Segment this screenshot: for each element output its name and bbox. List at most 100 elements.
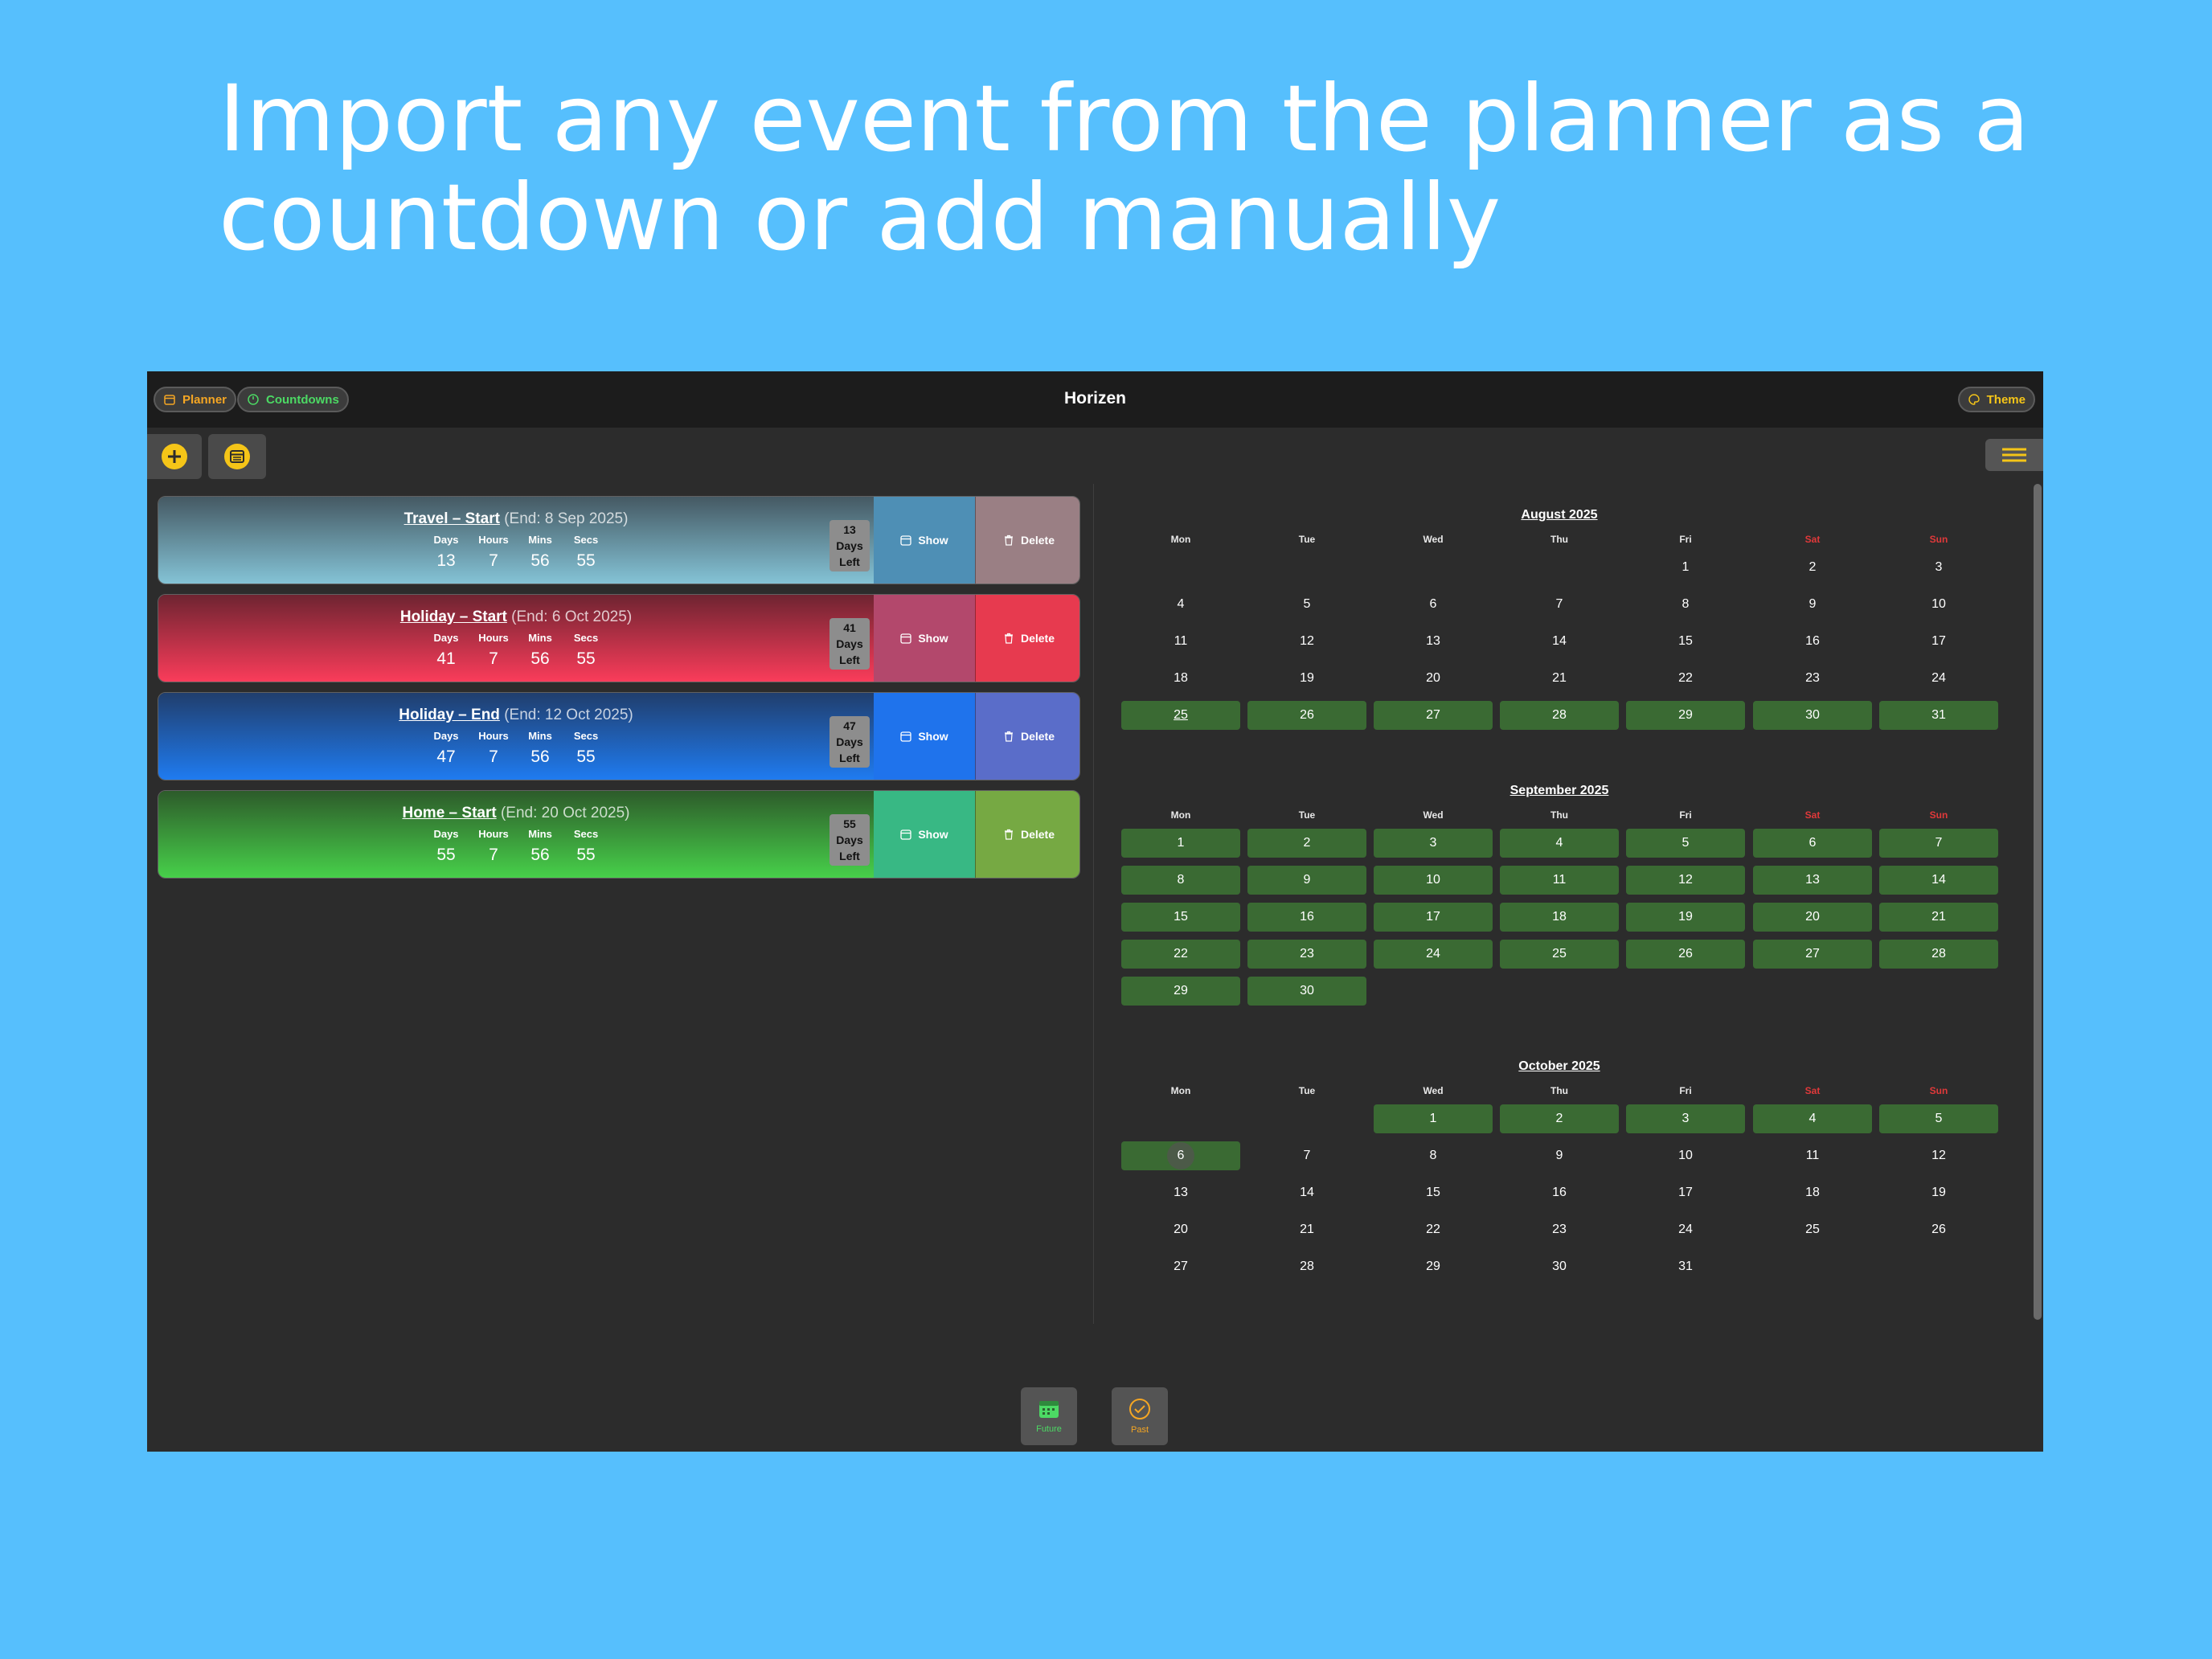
- calendar-day[interactable]: 8: [1121, 866, 1240, 895]
- calendar-day[interactable]: 20: [1753, 903, 1872, 932]
- add-countdown-button[interactable]: [147, 434, 202, 479]
- calendar-day[interactable]: 23: [1247, 940, 1366, 969]
- calendar-day[interactable]: 6: [1753, 829, 1872, 858]
- calendar-day[interactable]: 6: [1374, 590, 1493, 619]
- future-tab[interactable]: Future: [1021, 1387, 1077, 1445]
- calendar-day[interactable]: 31: [1626, 1252, 1745, 1281]
- calendar-day[interactable]: 22: [1374, 1215, 1493, 1244]
- calendar-day[interactable]: 30: [1753, 701, 1872, 730]
- calendar-day[interactable]: 29: [1374, 1252, 1493, 1281]
- calendar-day[interactable]: 24: [1626, 1215, 1745, 1244]
- calendar-day[interactable]: 9: [1753, 590, 1872, 619]
- calendar-day[interactable]: 5: [1879, 1104, 1998, 1133]
- calendar-day[interactable]: 2: [1500, 1104, 1619, 1133]
- past-tab[interactable]: Past: [1112, 1387, 1168, 1445]
- month-title[interactable]: August 2025: [1105, 508, 2013, 522]
- calendar-day[interactable]: 19: [1879, 1178, 1998, 1207]
- calendar-day[interactable]: 17: [1626, 1178, 1745, 1207]
- calendar-day[interactable]: 12: [1247, 627, 1366, 656]
- countdown-card[interactable]: Travel – Start (End: 8 Sep 2025) Days 13…: [158, 496, 1080, 584]
- calendar-day[interactable]: 20: [1121, 1215, 1240, 1244]
- calendar-day[interactable]: 28: [1879, 940, 1998, 969]
- calendar-day[interactable]: 10: [1374, 866, 1493, 895]
- calendar-day[interactable]: 4: [1121, 590, 1240, 619]
- calendar-day[interactable]: 8: [1626, 590, 1745, 619]
- calendar-day[interactable]: 14: [1879, 866, 1998, 895]
- calendar-scrollbar[interactable]: [2034, 484, 2042, 1320]
- show-button[interactable]: Show: [874, 791, 975, 878]
- calendar-day[interactable]: 12: [1879, 1141, 1998, 1170]
- calendar-day[interactable]: 28: [1500, 701, 1619, 730]
- calendar-day[interactable]: 16: [1500, 1178, 1619, 1207]
- calendar-day[interactable]: 1: [1121, 829, 1240, 858]
- calendar-day[interactable]: 19: [1247, 664, 1366, 693]
- delete-button[interactable]: Delete: [975, 595, 1079, 682]
- calendar-day[interactable]: 24: [1374, 940, 1493, 969]
- calendar-day[interactable]: 7: [1879, 829, 1998, 858]
- calendar-day[interactable]: 20: [1374, 664, 1493, 693]
- calendar-day[interactable]: 4: [1753, 1104, 1872, 1133]
- calendar-day[interactable]: 12: [1626, 866, 1745, 895]
- show-button[interactable]: Show: [874, 595, 975, 682]
- calendar-day[interactable]: 13: [1374, 627, 1493, 656]
- calendar-day[interactable]: 17: [1374, 903, 1493, 932]
- calendar-day[interactable]: 4: [1500, 829, 1619, 858]
- calendar-day[interactable]: 16: [1247, 903, 1366, 932]
- calendar-day[interactable]: 14: [1247, 1178, 1366, 1207]
- calendar-day[interactable]: 18: [1121, 664, 1240, 693]
- calendar-day[interactable]: 21: [1500, 664, 1619, 693]
- calendar-day[interactable]: 25: [1500, 940, 1619, 969]
- delete-button[interactable]: Delete: [975, 693, 1079, 780]
- calendar-day[interactable]: 11: [1753, 1141, 1872, 1170]
- calendar-day[interactable]: 9: [1500, 1141, 1619, 1170]
- calendar-day[interactable]: 2: [1247, 829, 1366, 858]
- show-button[interactable]: Show: [874, 693, 975, 780]
- calendar-day[interactable]: 7: [1247, 1141, 1366, 1170]
- calendar-day[interactable]: 17: [1879, 627, 1998, 656]
- calendar-day[interactable]: 18: [1500, 903, 1619, 932]
- calendar-day[interactable]: 26: [1247, 701, 1366, 730]
- calendar-day[interactable]: 22: [1626, 664, 1745, 693]
- calendar-day[interactable]: 25: [1753, 1215, 1872, 1244]
- calendar-day[interactable]: 27: [1753, 940, 1872, 969]
- month-title[interactable]: September 2025: [1105, 784, 2013, 798]
- calendar-day[interactable]: 26: [1879, 1215, 1998, 1244]
- calendar-day[interactable]: 30: [1500, 1252, 1619, 1281]
- countdown-card[interactable]: Holiday – Start (End: 6 Oct 2025) Days 4…: [158, 594, 1080, 682]
- calendar-day[interactable]: 30: [1247, 977, 1366, 1006]
- calendar-day[interactable]: 1: [1626, 553, 1745, 582]
- calendar-day[interactable]: 11: [1121, 627, 1240, 656]
- theme-button[interactable]: Theme: [1957, 387, 2035, 412]
- calendar-day[interactable]: 25: [1121, 701, 1240, 730]
- calendar-day[interactable]: 29: [1626, 701, 1745, 730]
- calendar-day[interactable]: 21: [1247, 1215, 1366, 1244]
- calendar-day[interactable]: 18: [1753, 1178, 1872, 1207]
- calendar-day[interactable]: 29: [1121, 977, 1240, 1006]
- calendar-day[interactable]: 15: [1626, 627, 1745, 656]
- countdown-card[interactable]: Holiday – End (End: 12 Oct 2025) Days 47…: [158, 692, 1080, 780]
- countdown-card[interactable]: Home – Start (End: 20 Oct 2025) Days 55 …: [158, 790, 1080, 879]
- calendar-day[interactable]: 15: [1121, 903, 1240, 932]
- calendar-day[interactable]: 5: [1247, 590, 1366, 619]
- calendar-day[interactable]: 3: [1879, 553, 1998, 582]
- calendar-day[interactable]: 8: [1374, 1141, 1493, 1170]
- calendar-day[interactable]: 15: [1374, 1178, 1493, 1207]
- calendar-day[interactable]: 13: [1121, 1178, 1240, 1207]
- calendar-day[interactable]: 28: [1247, 1252, 1366, 1281]
- calendar-day[interactable]: 23: [1753, 664, 1872, 693]
- calendar-day[interactable]: 5: [1626, 829, 1745, 858]
- calendar-day[interactable]: 24: [1879, 664, 1998, 693]
- delete-button[interactable]: Delete: [975, 497, 1079, 584]
- calendar-day[interactable]: 13: [1753, 866, 1872, 895]
- calendar-day[interactable]: 31: [1879, 701, 1998, 730]
- month-title[interactable]: October 2025: [1105, 1059, 2013, 1074]
- menu-button[interactable]: [1985, 439, 2043, 471]
- calendar-day[interactable]: 7: [1500, 590, 1619, 619]
- calendar-day[interactable]: 1: [1374, 1104, 1493, 1133]
- calendar-day[interactable]: 3: [1374, 829, 1493, 858]
- calendar-day[interactable]: 23: [1500, 1215, 1619, 1244]
- calendar-day[interactable]: 11: [1500, 866, 1619, 895]
- calendar-day[interactable]: 3: [1626, 1104, 1745, 1133]
- calendar-day[interactable]: 22: [1121, 940, 1240, 969]
- calendar-day[interactable]: 9: [1247, 866, 1366, 895]
